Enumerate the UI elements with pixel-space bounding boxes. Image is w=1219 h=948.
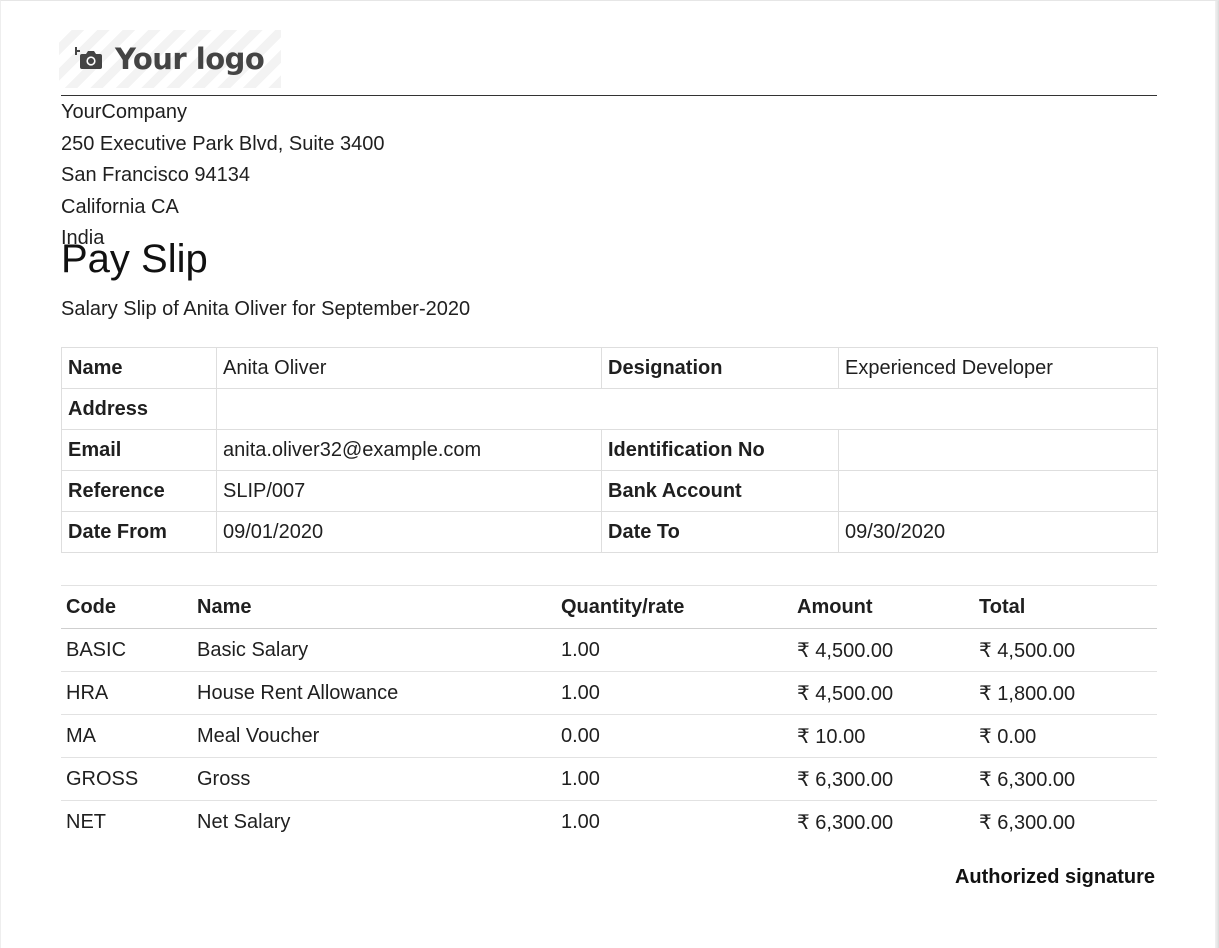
date-from-value: 09/01/2020 <box>216 511 602 553</box>
line-name: Gross <box>192 757 556 801</box>
date-to-value: 09/30/2020 <box>838 511 1158 553</box>
line-name: Net Salary <box>197 810 291 833</box>
email-value: anita.oliver32@example.com <box>216 429 602 471</box>
line-code: GROSS <box>61 757 192 801</box>
email-label: Email <box>61 429 217 471</box>
info-row: Date From 09/01/2020 Date To 09/30/2020 <box>61 511 1158 553</box>
info-row: Email anita.oliver32@example.com Identif… <box>61 429 1158 471</box>
reference-label: Reference <box>61 470 217 512</box>
column-header-code: Code <box>61 585 192 629</box>
line-code: BASIC <box>61 628 192 672</box>
line-amount: ₹ 4,500.00 <box>792 628 974 672</box>
reference-value: SLIP/007 <box>216 470 602 512</box>
payslip-page: Your logo YourCompany 250 Executive Park… <box>0 0 1219 948</box>
info-row: Address <box>61 388 1158 430</box>
line-code: NET <box>66 810 106 833</box>
table-row: HRA House Rent Allowance 1.00 ₹ 4,500.00… <box>61 671 1157 715</box>
line-quantity: 1.00 <box>556 671 792 715</box>
line-total: ₹ 0.00 <box>974 714 1157 758</box>
table-row: MA Meal Voucher 0.00 ₹ 10.00 ₹ 0.00 <box>61 714 1157 758</box>
designation-value: Experienced Developer <box>838 347 1158 389</box>
line-code: MA <box>61 714 192 758</box>
line-amount: ₹ 6,300.00 <box>797 811 894 834</box>
salary-lines-table: Code Name Quantity/rate Amount Total BAS… <box>61 585 1157 843</box>
line-name: Meal Voucher <box>192 714 556 758</box>
name-label: Name <box>61 347 217 389</box>
column-header-quantity: Quantity/rate <box>556 585 792 629</box>
line-amount: ₹ 4,500.00 <box>792 671 974 715</box>
header-divider <box>61 95 1157 96</box>
company-address: YourCompany 250 Executive Park Blvd, Sui… <box>61 97 385 255</box>
line-amount: ₹ 6,300.00 <box>792 757 974 801</box>
authorized-signature: Authorized signature <box>954 866 1155 888</box>
logo-text: Your logo <box>115 42 265 76</box>
address-value <box>216 388 1158 430</box>
name-value: Anita Oliver <box>216 347 602 389</box>
table-row: GROSS Gross 1.00 ₹ 6,300.00 ₹ 6,300.00 <box>61 757 1157 801</box>
company-city-zip: San Francisco 94134 <box>61 164 251 186</box>
line-name: Basic Salary <box>192 628 556 672</box>
bank-account-value <box>838 470 1158 512</box>
line-total: ₹ 4,500.00 <box>974 628 1157 672</box>
address-label: Address <box>61 388 217 430</box>
designation-label: Designation <box>601 347 839 389</box>
page-subtitle: Salary Slip of Anita Oliver for Septembe… <box>61 298 471 320</box>
company-street: 250 Executive Park Blvd, Suite 3400 <box>61 132 385 155</box>
identification-value <box>838 429 1158 471</box>
identification-label: Identification No <box>601 429 839 471</box>
employee-info-table: Name Anita Oliver Designation Experience… <box>61 347 1158 553</box>
line-total: ₹ 1,800.00 <box>974 671 1157 715</box>
info-row: Reference SLIP/007 Bank Account <box>61 470 1158 512</box>
date-to-label: Date To <box>601 511 839 553</box>
line-quantity: 1.00 <box>556 628 792 672</box>
table-row: BASIC Basic Salary 1.00 ₹ 4,500.00 ₹ 4,5… <box>61 628 1157 672</box>
column-header-total: Total <box>974 585 1157 629</box>
column-header-name: Name <box>192 585 556 629</box>
date-from-label: Date From <box>61 511 217 553</box>
company-logo[interactable]: Your logo <box>59 30 281 88</box>
line-total: ₹ 6,300.00 <box>979 811 1076 834</box>
line-total: ₹ 6,300.00 <box>974 757 1157 801</box>
table-row: NET Net Salary 1.00 ₹ 6,300.00 ₹ 6,300.0… <box>61 801 1157 844</box>
line-quantity: 1.00 <box>556 757 792 801</box>
line-code: HRA <box>61 671 192 715</box>
company-state: California CA <box>61 195 179 218</box>
camera-add-icon <box>75 47 102 69</box>
line-name: House Rent Allowance <box>192 671 556 715</box>
page-title: Pay Slip <box>61 237 208 281</box>
table-header-row: Code Name Quantity/rate Amount Total <box>61 585 1157 629</box>
bank-account-label: Bank Account <box>601 470 839 512</box>
column-header-amount: Amount <box>792 585 974 629</box>
line-quantity: 1.00 <box>561 810 600 833</box>
company-name: YourCompany <box>61 101 188 123</box>
info-row: Name Anita Oliver Designation Experience… <box>61 347 1158 389</box>
line-quantity: 0.00 <box>556 714 792 758</box>
line-amount: ₹ 10.00 <box>792 714 974 758</box>
